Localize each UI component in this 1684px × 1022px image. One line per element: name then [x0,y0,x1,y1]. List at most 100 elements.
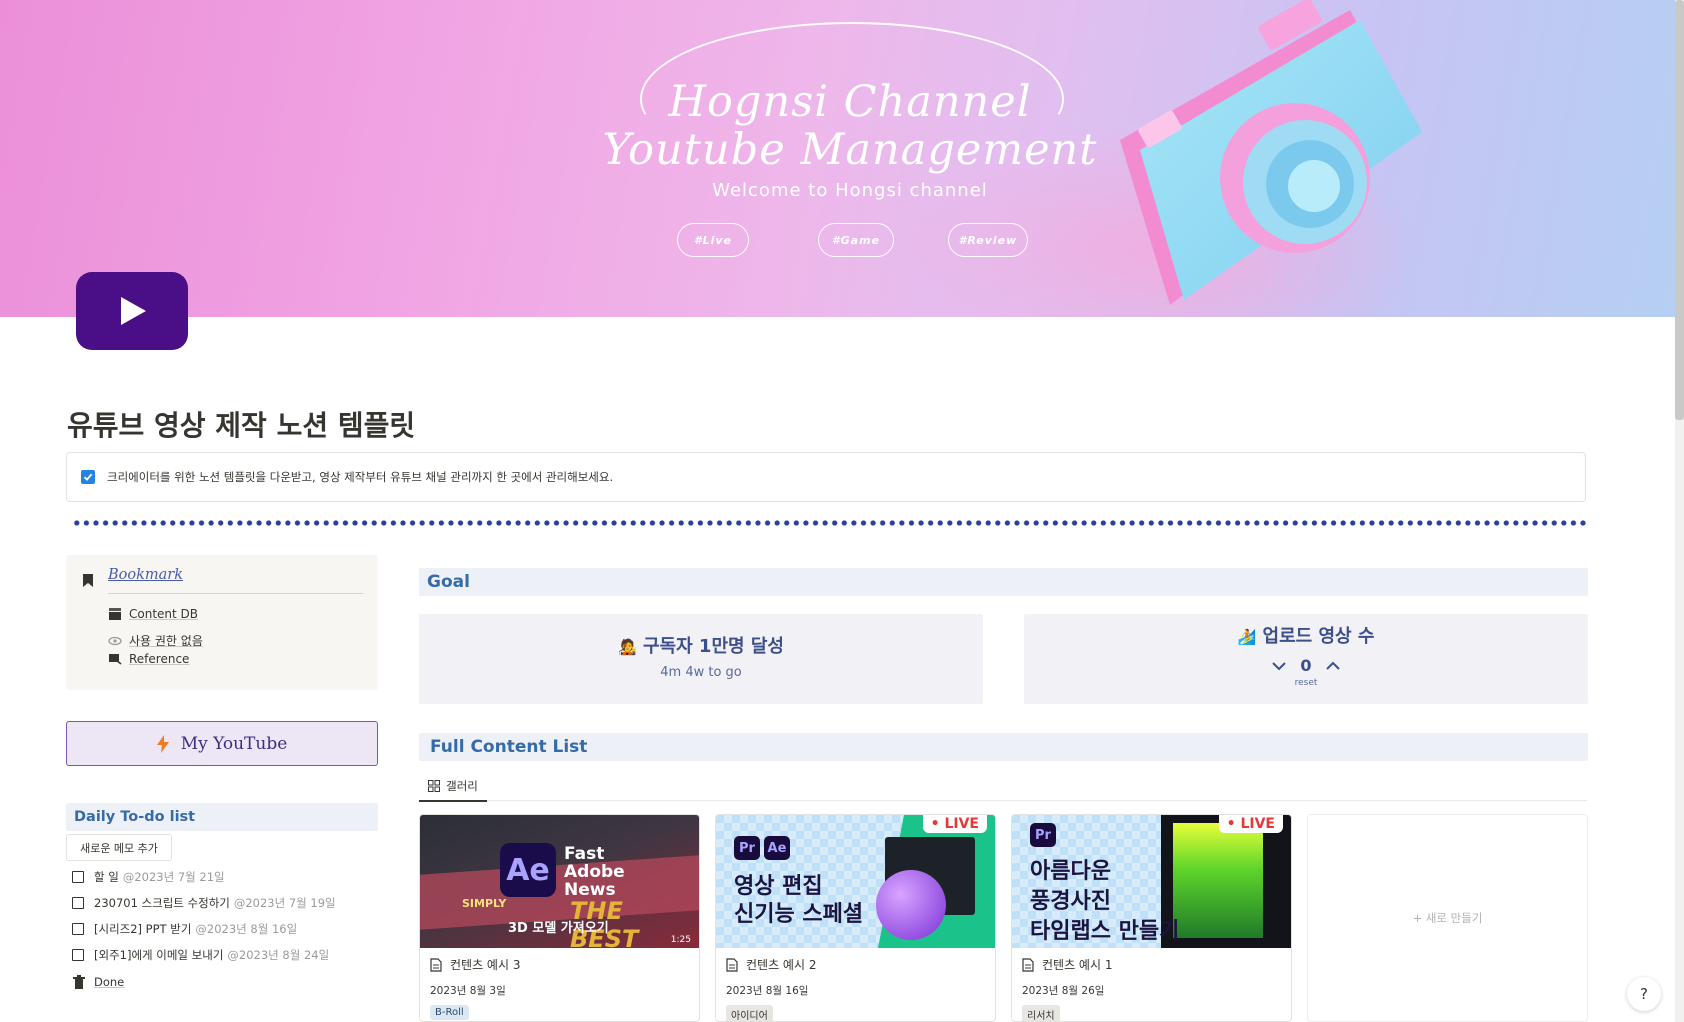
tab-gallery-label: 갤러리 [446,779,478,793]
dotted-divider [72,519,1588,527]
todo-item[interactable]: [외주1]에게 이메일 보내기 @2023년 8월 24일 [72,947,329,963]
todo-text: [외주1]에게 이메일 보내기 [94,948,224,962]
goal-card-title: 🏄 업로드 영상 수 [1024,622,1588,648]
bookmark-box: Bookmark Content DB 사용 권한 없음 Reference [66,555,378,690]
todo-checkbox[interactable] [72,871,84,883]
premiere-logo: Pr [734,836,760,860]
cover-title-line1: Hognsi Channel [668,77,1032,127]
gallery-icon [428,780,441,792]
bookmark-item-content-db[interactable]: Content DB [108,607,198,621]
done-label: Done [94,975,125,989]
lightning-icon [156,734,169,753]
bookmark-divider [108,593,363,594]
callout: 크리에이터를 위한 노션 템플릿을 다운받고, 영상 제작부터 유튜브 채널 관… [66,452,1586,502]
thumb-line: 아름다운 [1030,859,1111,884]
todo-item[interactable]: [시리즈2] PPT 받기 @2023년 8월 16일 [72,921,297,937]
done-toggle[interactable]: Done [72,975,124,989]
thumb-text: 아름다운 풍경사진 타임랩스 만들기 [1030,857,1179,947]
card-title: 컨텐츠 예시 1 [1022,956,1112,973]
view-tabs: 갤러리 [419,772,1587,802]
chevron-up-icon[interactable] [1325,661,1340,671]
bookmark-title[interactable]: Bookmark [108,567,183,583]
page-icon-youtube[interactable] [76,272,188,350]
cover-banner: Hognsi Channel Youtube Management Welcom… [0,0,1675,317]
live-badge: • LIVE [922,815,987,833]
eye-icon [108,636,122,645]
cover-tag-live: #Live [677,223,749,257]
link-icon [109,654,122,665]
bookmark-icon [83,574,93,587]
thumb-line: 영상 편집 [734,874,823,899]
cover-title: Hognsi Channel Youtube Management [560,78,1140,174]
new-memo-button[interactable]: 새로운 메모 추가 [66,834,172,861]
content-card[interactable]: Pr 아름다운 풍경사진 타임랩스 만들기 • LIVE 컨텐츠 예시 1 20… [1011,814,1292,1022]
checkbox-icon[interactable] [81,470,95,484]
surfer-emoji-icon: 🏄 [1237,628,1257,646]
cover-title-line2: Youtube Management [602,125,1098,175]
live-badge: • LIVE [1218,815,1283,833]
bookmark-item-label: 사용 권한 없음 [129,634,203,648]
page-title[interactable]: 유튜브 영상 제작 노션 템플릿 [67,404,415,444]
tab-gallery[interactable]: 갤러리 [419,772,487,802]
card-date: 2023년 8월 16일 [726,985,809,997]
todo-item[interactable]: 230701 스크립트 수정하기 @2023년 7월 19일 [72,895,336,911]
card-thumbnail: Ae Fast Adobe News SIMPLY THE BEST 3D 모델… [420,815,699,948]
bookmark-item-reference[interactable]: Reference [108,652,189,666]
cover-subtitle: Welcome to Hongsi channel [712,180,988,201]
scrollbar-thumb[interactable] [1675,0,1684,420]
thumb-duration: 1:25 [670,935,691,945]
after-effects-logo: Ae [500,843,556,897]
todo-checkbox[interactable] [72,923,84,935]
camera-illustration [1120,0,1422,305]
upload-count: 0 [1300,656,1312,675]
todo-text: 할 일 [94,870,119,884]
cover-tag-review: #Review [948,223,1028,257]
content-card[interactable]: Ae Fast Adobe News SIMPLY THE BEST 3D 모델… [419,814,700,1022]
bookmark-item-no-access[interactable]: 사용 권한 없음 [108,632,203,649]
card-title-text: 컨텐츠 예시 1 [1042,958,1113,972]
todo-text: 230701 스크립트 수정하기 [94,896,230,910]
cover-tag-game: #Game [818,223,894,257]
thumb-line: 신기능 스페셜 [734,902,864,927]
card-thumbnail: Pr Ae 영상 편집 신기능 스페셜 • LIVE [716,815,995,948]
card-title-text: 컨텐츠 예시 3 [450,958,521,972]
goal-heading: Goal [419,568,1588,596]
thumb-bottom: 3D 모델 가져오기 [508,921,609,936]
page-icon [1022,957,1034,972]
thumb-small: SIMPLY [462,897,507,910]
counter-row: 0 [1024,656,1588,675]
callout-text: 크리에이터를 위한 노션 템플릿을 다운받고, 영상 제작부터 유튜브 채널 관… [107,470,614,484]
play-icon [121,297,146,325]
chevron-down-icon[interactable] [1272,661,1287,671]
bookmark-item-label: Content DB [129,607,199,621]
content-card[interactable]: Pr Ae 영상 편집 신기능 스페셜 • LIVE 컨텐츠 예시 2 2023… [715,814,996,1022]
my-youtube-button[interactable]: My YouTube [66,721,378,766]
person-emoji-icon: 🧑‍🎤 [618,638,637,656]
my-youtube-label: My YouTube [180,733,288,754]
card-tag: B-Roll [430,1005,469,1020]
goal-card-title-text: 업로드 영상 수 [1262,626,1375,647]
todo-checkbox[interactable] [72,949,84,961]
trash-icon [73,975,85,989]
thumb-text: 영상 편집 신기능 스페셜 [734,873,863,929]
todo-date: @2023년 7월 21일 [122,870,225,884]
todo-text: [시리즈2] PPT 받기 [94,922,192,936]
content-list-heading: Full Content List [419,733,1588,761]
card-title-text: 컨텐츠 예시 2 [746,958,817,972]
card-date: 2023년 8월 26일 [1022,985,1105,997]
todo-date: @2023년 7월 19일 [233,896,336,910]
counter-reset-button[interactable]: reset [1024,678,1588,688]
bookmark-item-label: Reference [129,652,190,666]
page-icon [430,957,442,972]
todo-date: @2023년 8월 16일 [195,922,298,936]
card-thumbnail: Pr 아름다운 풍경사진 타임랩스 만들기 • LIVE [1012,815,1291,948]
help-button[interactable]: ? [1627,977,1661,1011]
goal-card-countdown: 4m 4w to go [660,665,742,680]
card-title: 컨텐츠 예시 2 [726,956,816,973]
thumb-line: 풍경사진 [1030,889,1111,914]
card-tag: 아이디어 [726,1005,773,1021]
todo-checkbox[interactable] [72,897,84,909]
todo-item[interactable]: 할 일 @2023년 7월 21일 [72,869,225,885]
new-card-button[interactable]: + 새로 만들기 [1307,814,1588,1022]
goal-card-uploads: 🏄 업로드 영상 수 0 reset [1024,614,1588,704]
